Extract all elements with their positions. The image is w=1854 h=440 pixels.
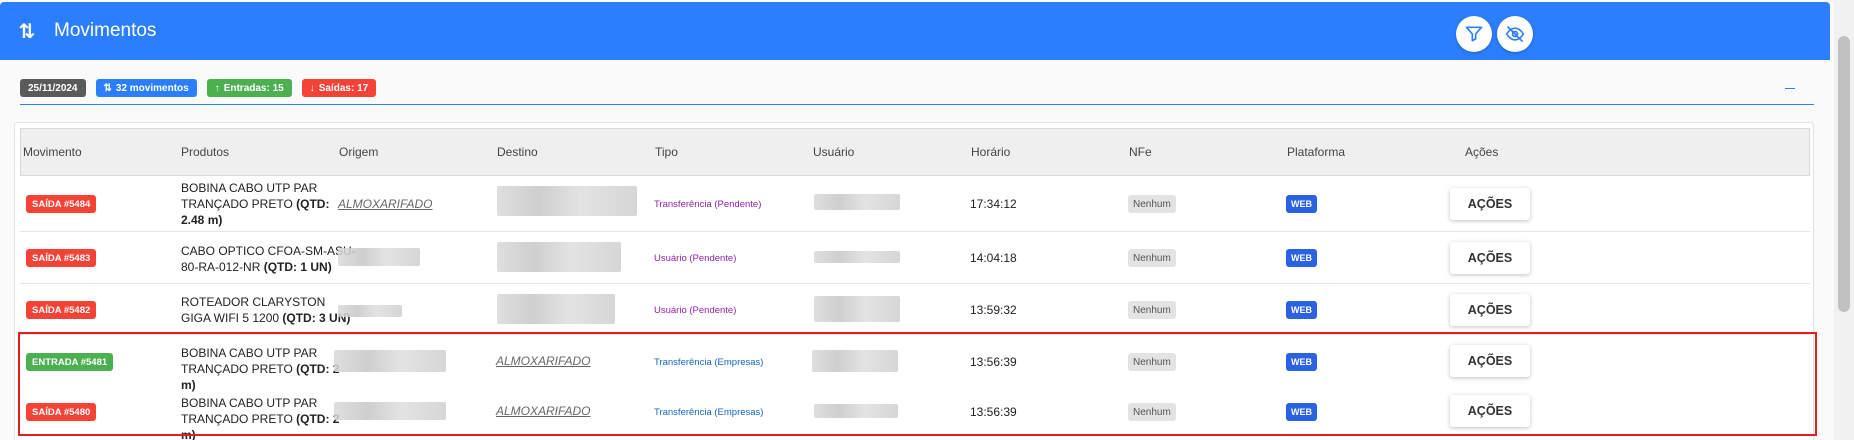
- filter-icon: [1465, 26, 1483, 42]
- time-cell: 17:34:12: [970, 197, 1017, 211]
- platform-badge: WEB: [1286, 249, 1317, 267]
- type-label: Usuário (Pendente): [654, 305, 737, 316]
- arrow-up-icon: ↑: [214, 82, 220, 94]
- arrow-down-icon: ↓: [309, 82, 315, 94]
- product-qty: (QTD: 1 UN): [263, 260, 332, 274]
- time-cell: 14:04:18: [970, 251, 1017, 265]
- row-divider: [20, 283, 1810, 284]
- swap-vertical-icon: ⇅: [18, 19, 36, 43]
- entries-badge-label: Entradas: 15: [223, 82, 284, 94]
- col-horario: Horário: [971, 145, 1011, 159]
- page-header: ⇅ Movimentos: [0, 2, 1830, 60]
- filter-button[interactable]: [1456, 16, 1492, 52]
- destination-redacted: [497, 242, 621, 272]
- product-cell: ROTEADOR CLARYSTON GIGA WIFI 5 1200 (QTD…: [181, 294, 356, 326]
- actions-button[interactable]: AÇÕES: [1450, 294, 1530, 326]
- nfe-badge: Nenhum: [1128, 249, 1176, 267]
- col-nfe: NFe: [1129, 145, 1152, 159]
- divider: [20, 104, 1814, 105]
- user-redacted: [814, 194, 900, 210]
- movement-badge: SAÍDA #5484: [26, 195, 97, 213]
- product-cell: CABO OPTICO CFOA-SM-ASU-80-RA-012-NR (QT…: [181, 243, 356, 275]
- destination-redacted: [497, 294, 615, 324]
- col-destino: Destino: [497, 145, 538, 159]
- type-label: Usuário (Pendente): [654, 253, 737, 264]
- col-produtos: Produtos: [181, 145, 230, 159]
- exits-badge: ↓ Saídas: 17: [301, 79, 377, 97]
- date-badge: 25/11/2024: [20, 79, 86, 97]
- product-cell: BOBINA CABO UTP PAR TRANÇADO PRETO (QTD:…: [181, 180, 356, 228]
- origin-redacted: [338, 305, 402, 317]
- nfe-badge: Nenhum: [1128, 301, 1176, 319]
- swap-vertical-icon: ⇅: [103, 82, 112, 94]
- platform-badge: WEB: [1286, 301, 1317, 319]
- highlight-box: [18, 332, 1817, 436]
- user-redacted: [814, 296, 900, 322]
- row-divider: [20, 231, 1810, 232]
- type-label: Transferência (Pendente): [654, 199, 762, 210]
- col-acoes: Ações: [1465, 145, 1499, 159]
- table-header: Movimento Produtos Origem Destino Tipo U…: [20, 128, 1810, 176]
- exits-badge-label: Saídas: 17: [318, 82, 369, 94]
- page-title: Movimentos: [54, 20, 157, 41]
- movement-badge: SAÍDA #5482: [26, 301, 97, 319]
- time-cell: 13:59:32: [970, 303, 1017, 317]
- origin-redacted: [338, 248, 420, 266]
- nfe-badge: Nenhum: [1128, 195, 1176, 213]
- toggle-visibility-button[interactable]: [1497, 16, 1533, 52]
- user-redacted: [814, 251, 900, 263]
- movement-badge: SAÍDA #5483: [26, 249, 97, 267]
- actions-button[interactable]: AÇÕES: [1450, 242, 1530, 274]
- movements-badge: ⇅ 32 movimentos: [95, 79, 197, 97]
- summary-badges: 25/11/2024 ⇅ 32 movimentos ↑ Entradas: 15 …: [20, 79, 377, 97]
- col-movimento: Movimento: [23, 145, 82, 159]
- col-usuario: Usuário: [813, 145, 855, 159]
- movements-badge-label: 32 movimentos: [115, 82, 189, 94]
- movimentos-page: ⇅ Movimentos 25/11/2024 ⇅ 32 movimentos ↑…: [0, 0, 1854, 440]
- entries-badge: ↑ Entradas: 15: [206, 79, 292, 97]
- scrollbar-thumb[interactable]: [1838, 36, 1850, 312]
- col-origem: Origem: [339, 145, 379, 159]
- col-plataforma: Plataforma: [1287, 145, 1346, 159]
- col-tipo: Tipo: [655, 145, 678, 159]
- platform-badge: WEB: [1286, 195, 1317, 213]
- destination-redacted: [497, 186, 637, 216]
- minimize-button[interactable]: [1785, 88, 1795, 89]
- date-badge-label: 25/11/2024: [28, 82, 78, 94]
- actions-button[interactable]: AÇÕES: [1450, 188, 1530, 220]
- origin-link[interactable]: ALMOXARIFADO: [338, 197, 432, 211]
- eye-off-icon: [1505, 25, 1525, 43]
